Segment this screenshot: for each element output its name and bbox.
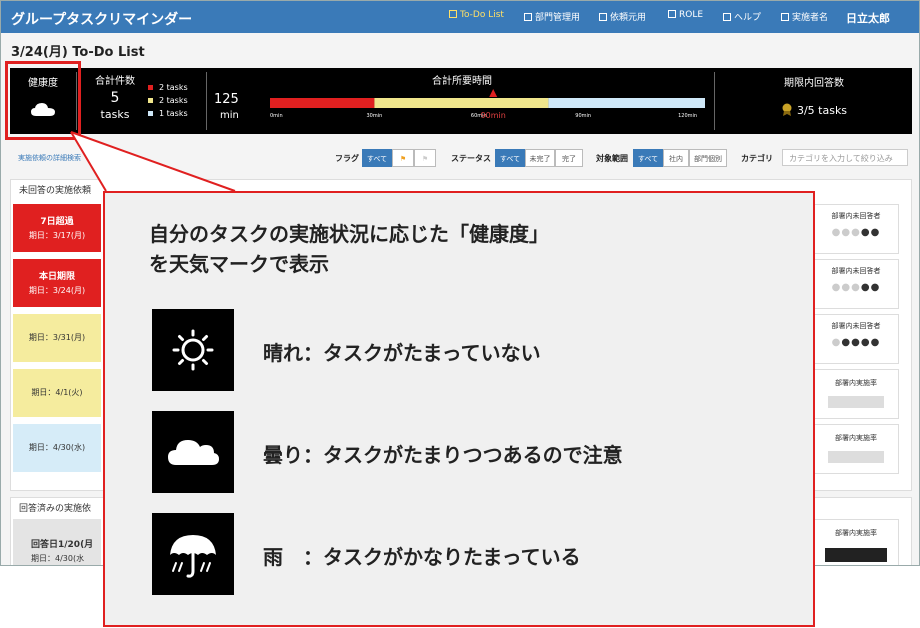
sun-icon xyxy=(172,329,214,371)
callout-title: 自分のタスクの実施状況に応じた「健康度」 を天気マークで表示 xyxy=(149,222,549,276)
sun-icon-box xyxy=(152,309,234,391)
cloud-icon xyxy=(168,440,219,465)
umbrella-icon xyxy=(170,535,216,578)
cloudy-description: 曇り：タスクがたまりつつあるので注意 xyxy=(263,443,623,467)
rainy-description: 雨 ：タスクがかなりたまっている xyxy=(263,545,581,569)
health-explanation-callout: 自分のタスクの実施状況に応じた「健康度」 を天気マークで表示 晴れ：タスクがたま… xyxy=(103,191,815,627)
cloud-icon-box xyxy=(152,411,234,493)
sunny-description: 晴れ：タスクがたまっていない xyxy=(263,341,541,365)
umbrella-icon-box xyxy=(152,513,234,595)
